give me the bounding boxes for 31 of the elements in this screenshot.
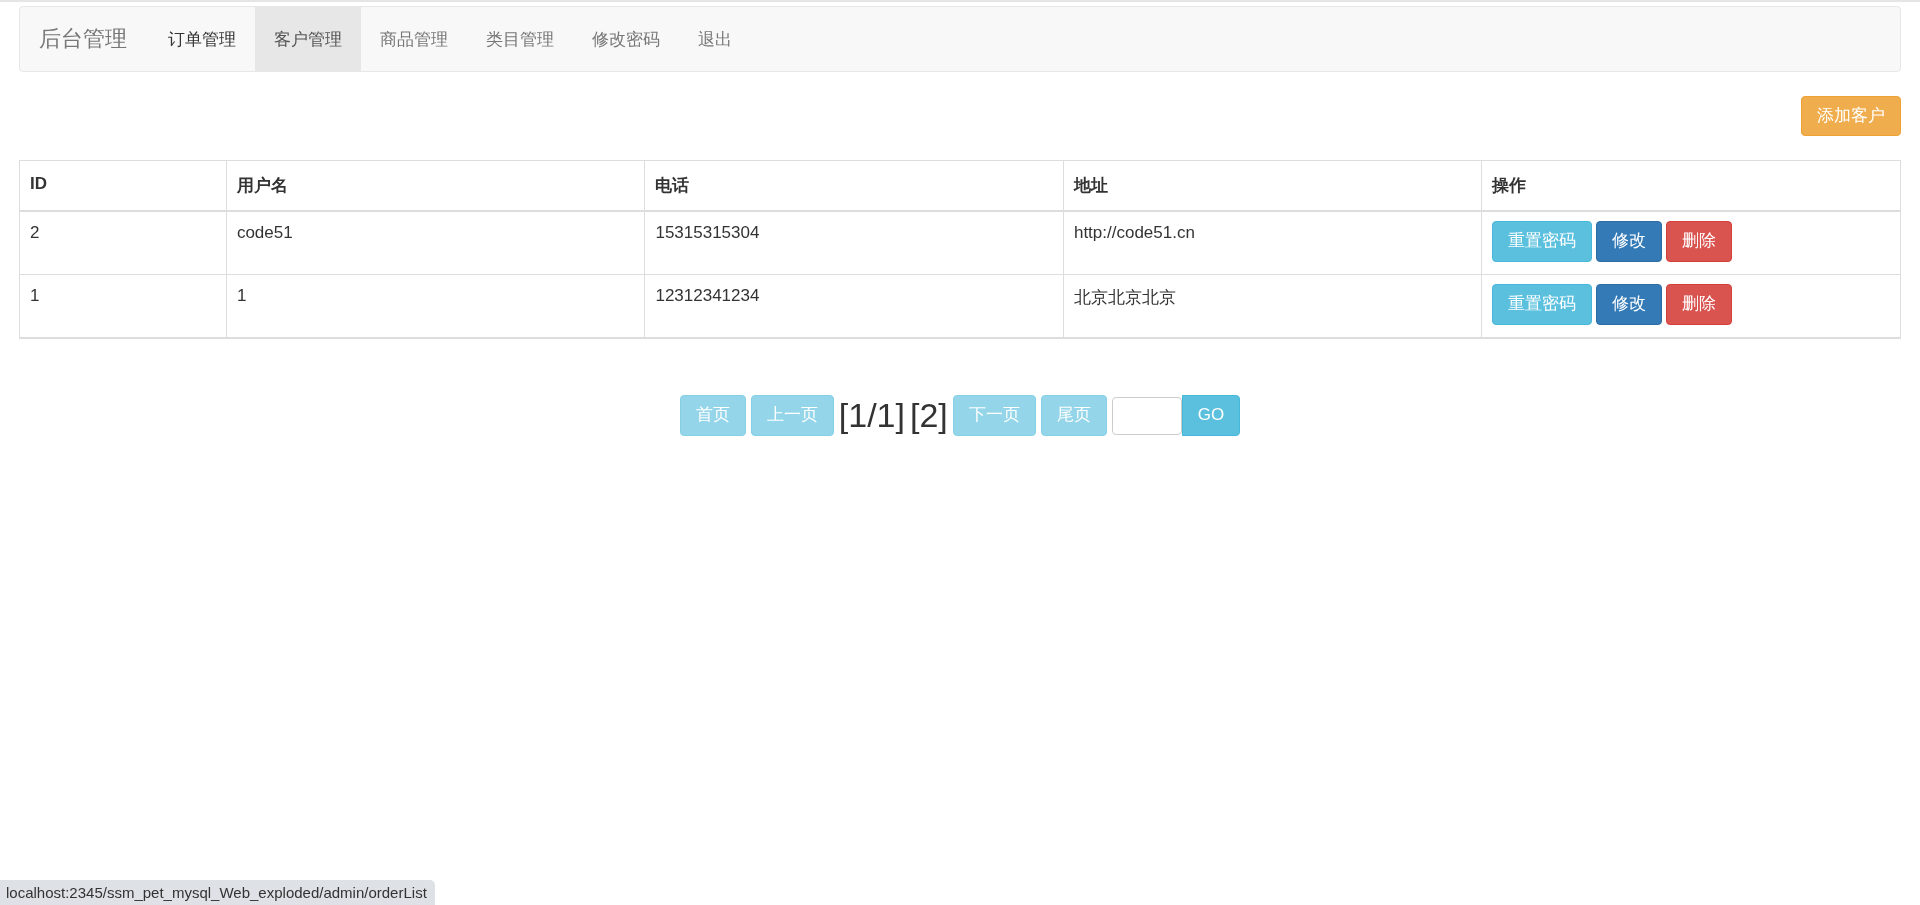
- column-header: 用户名: [226, 160, 645, 212]
- table-cell: 12312341234: [644, 274, 1064, 339]
- table-cell: 2: [19, 211, 227, 275]
- page-input-field[interactable]: [1111, 396, 1182, 435]
- nav-link[interactable]: 退出: [679, 7, 751, 71]
- column-header: ID: [19, 160, 227, 212]
- action-button[interactable]: 修改: [1596, 221, 1663, 262]
- brand-title[interactable]: 后台管理: [20, 7, 149, 71]
- action-button[interactable]: 修改: [1596, 284, 1663, 325]
- table-cell: 北京北京北京: [1063, 274, 1482, 339]
- table-cell: code51: [226, 211, 645, 275]
- status-bar: localhost:2345/ssm_pet_mysql_Web_exploded/admin/orderList: [0, 880, 435, 905]
- nav-link[interactable]: 修改密码: [573, 7, 679, 71]
- column-header: 操作: [1481, 160, 1901, 212]
- go-button[interactable]: GO: [1181, 395, 1241, 436]
- total-count: [2]: [909, 396, 948, 436]
- column-header: 电话: [644, 160, 1064, 212]
- nav-link[interactable]: 客户管理: [255, 7, 361, 71]
- action-button[interactable]: 重置密码: [1492, 284, 1593, 325]
- nav-link[interactable]: 订单管理: [149, 7, 255, 71]
- action-button[interactable]: 删除: [1666, 221, 1733, 262]
- table-cell: 1: [226, 274, 645, 339]
- nav-link[interactable]: 类目管理: [467, 7, 573, 71]
- table-cell: 15315315304: [644, 211, 1064, 275]
- nav-link[interactable]: 商品管理: [361, 7, 467, 71]
- action-button[interactable]: 重置密码: [1492, 221, 1593, 262]
- column-header: 地址: [1063, 160, 1482, 212]
- page-info: [1/1]: [838, 396, 905, 436]
- table-cell: 1: [19, 274, 227, 339]
- table-cell: http://code51.cn: [1063, 211, 1482, 275]
- action-button[interactable]: 删除: [1666, 284, 1733, 325]
